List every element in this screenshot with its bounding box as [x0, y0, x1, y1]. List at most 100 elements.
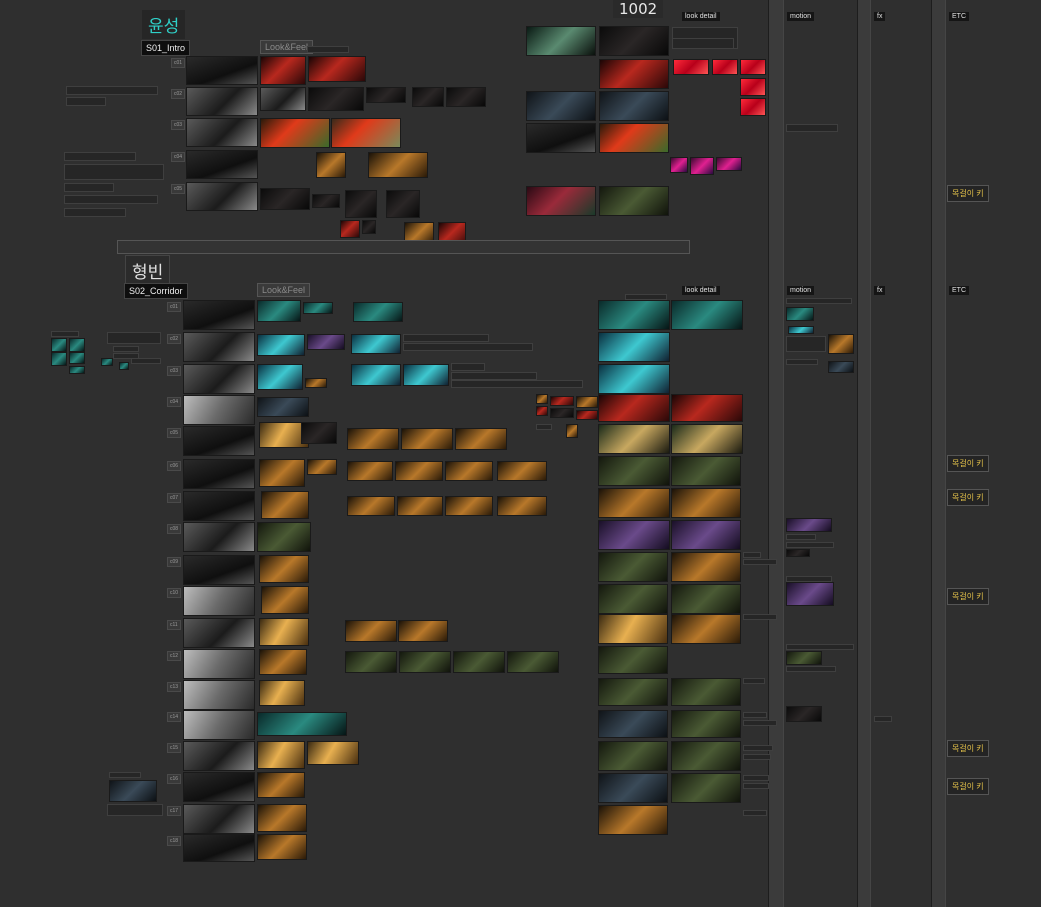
reference-image[interactable]: [446, 87, 486, 107]
reference-image[interactable]: [598, 332, 670, 362]
reference-image[interactable]: [673, 59, 709, 75]
reference-image[interactable]: [362, 220, 376, 234]
reference-image[interactable]: [259, 618, 309, 646]
scene-label-2[interactable]: S02_Corridor: [124, 283, 188, 299]
reference-image[interactable]: [397, 496, 443, 516]
storyboard-frame[interactable]: [183, 522, 255, 552]
reference-image[interactable]: [353, 302, 403, 322]
reference-image[interactable]: [257, 804, 307, 832]
reference-image[interactable]: [368, 152, 428, 178]
reference-image[interactable]: [316, 152, 346, 178]
storyboard-frame[interactable]: [183, 586, 255, 616]
reference-image[interactable]: [257, 397, 309, 417]
reference-image[interactable]: [712, 59, 738, 75]
storyboard-frame[interactable]: [183, 649, 255, 679]
reference-image[interactable]: [308, 56, 366, 82]
reference-image[interactable]: [455, 428, 507, 450]
storyboard-frame[interactable]: [183, 834, 255, 862]
reference-image[interactable]: [671, 520, 741, 550]
reference-image[interactable]: [403, 364, 449, 386]
reference-image[interactable]: [671, 584, 741, 614]
reference-image[interactable]: [598, 614, 668, 644]
reference-image[interactable]: [598, 741, 668, 771]
storyboard-frame[interactable]: [183, 772, 255, 802]
reference-image[interactable]: [260, 56, 306, 85]
reference-image[interactable]: [412, 87, 444, 107]
reference-image[interactable]: [526, 123, 596, 153]
reference-image[interactable]: [347, 461, 393, 481]
reference-image[interactable]: [786, 706, 822, 722]
reference-image[interactable]: [259, 649, 307, 675]
reference-image[interactable]: [259, 459, 305, 487]
reference-image[interactable]: [550, 408, 574, 418]
reference-image[interactable]: [690, 157, 714, 175]
reference-image[interactable]: [598, 678, 668, 706]
reference-image[interactable]: [260, 188, 310, 210]
reference-image[interactable]: [671, 552, 741, 582]
reference-image[interactable]: [671, 678, 741, 706]
reference-image[interactable]: [507, 651, 559, 673]
reference-image[interactable]: [261, 586, 309, 614]
reference-image[interactable]: [301, 422, 337, 444]
etc-tag[interactable]: 목걸이 키: [947, 778, 989, 795]
reference-image[interactable]: [526, 186, 596, 216]
reference-image[interactable]: [395, 461, 443, 481]
reference-image[interactable]: [598, 584, 668, 614]
reference-image[interactable]: [670, 157, 688, 173]
reference-image[interactable]: [599, 91, 669, 121]
reference-image[interactable]: [599, 186, 669, 216]
reference-image[interactable]: [453, 651, 505, 673]
reference-image[interactable]: [308, 87, 364, 111]
reference-image[interactable]: [345, 190, 377, 218]
reference-image[interactable]: [526, 26, 596, 56]
storyboard-frame[interactable]: [186, 150, 258, 179]
storyboard-frame[interactable]: [186, 87, 258, 116]
reference-image[interactable]: [312, 194, 340, 208]
reference-image[interactable]: [536, 406, 548, 416]
storyboard-frame[interactable]: [186, 118, 258, 147]
reference-image[interactable]: [109, 780, 157, 802]
reference-image[interactable]: [351, 364, 401, 386]
reference-image[interactable]: [598, 805, 668, 835]
reference-image[interactable]: [671, 456, 741, 486]
scene-label-1[interactable]: S01_Intro: [141, 40, 191, 56]
reference-image[interactable]: [366, 87, 406, 103]
etc-tag[interactable]: 목걸이 키: [947, 588, 989, 605]
reference-image[interactable]: [259, 680, 305, 706]
reference-image[interactable]: [786, 307, 814, 321]
reference-image[interactable]: [740, 78, 766, 96]
storyboard-frame[interactable]: [183, 459, 255, 489]
reference-image[interactable]: [307, 741, 359, 765]
reference-image[interactable]: [671, 614, 741, 644]
reference-image[interactable]: [401, 428, 453, 450]
reference-image[interactable]: [786, 549, 810, 557]
reference-image[interactable]: [740, 59, 766, 75]
reference-image[interactable]: [261, 491, 309, 519]
etc-tag[interactable]: 목걸이 키: [947, 455, 989, 472]
reference-image[interactable]: [307, 459, 337, 475]
reference-image[interactable]: [260, 87, 306, 111]
reference-image[interactable]: [671, 488, 741, 518]
reference-image[interactable]: [340, 220, 360, 238]
reference-image[interactable]: [69, 338, 85, 352]
storyboard-frame[interactable]: [183, 395, 255, 425]
storyboard-frame[interactable]: [183, 364, 255, 394]
reference-image[interactable]: [305, 378, 327, 388]
reference-image[interactable]: [550, 396, 574, 406]
storyboard-frame[interactable]: [183, 426, 255, 456]
reference-image[interactable]: [51, 352, 67, 366]
reference-image[interactable]: [598, 552, 668, 582]
reference-image[interactable]: [599, 59, 669, 89]
reference-image[interactable]: [598, 646, 668, 674]
reference-image[interactable]: [526, 91, 596, 121]
reference-image[interactable]: [786, 582, 834, 606]
storyboard-frame[interactable]: [183, 555, 255, 585]
reference-image[interactable]: [51, 338, 67, 352]
reference-image[interactable]: [671, 741, 741, 771]
storyboard-frame[interactable]: [183, 332, 255, 362]
reference-image[interactable]: [257, 772, 305, 798]
reference-image[interactable]: [399, 651, 451, 673]
reference-image[interactable]: [598, 773, 668, 803]
reference-image[interactable]: [598, 300, 670, 330]
reference-image[interactable]: [259, 555, 309, 583]
